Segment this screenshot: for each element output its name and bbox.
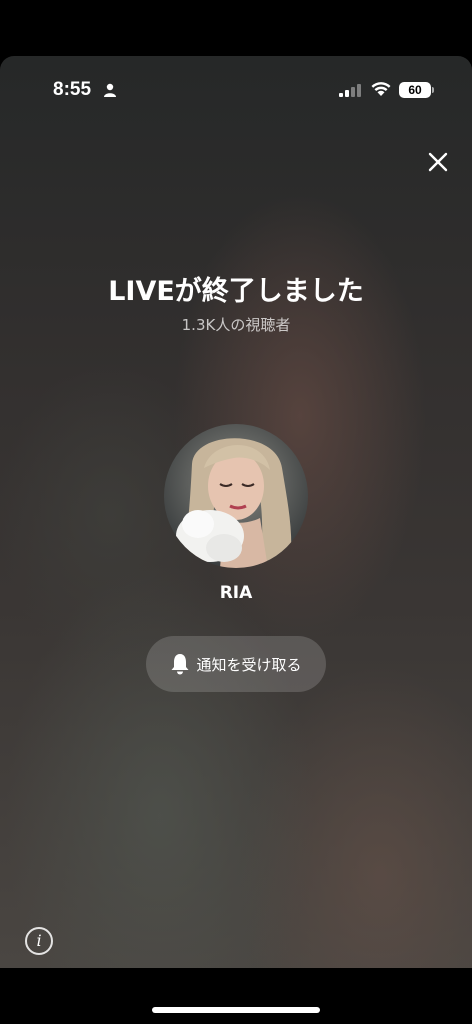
person-icon	[104, 83, 116, 97]
status-bar: 8:55 60	[0, 56, 472, 126]
status-time: 8:55	[53, 79, 92, 100]
close-icon[interactable]	[424, 148, 452, 176]
live-ended-screen: 8:55 60 LIVEが終了しました 1.3K人の視聴者 RIA 通知を受け取…	[0, 56, 472, 968]
viewer-count: 1.3K人の視聴者	[181, 316, 291, 334]
username: RIA	[219, 583, 253, 603]
avatar-photo	[164, 424, 308, 568]
live-ended-title: LIVEが終了しました	[108, 276, 364, 307]
battery-tip	[432, 87, 434, 93]
cellular-signal-icon	[339, 84, 361, 97]
avatar[interactable]	[164, 424, 308, 568]
wifi-icon	[371, 82, 391, 96]
home-indicator[interactable]	[152, 1007, 320, 1013]
bell-icon	[171, 654, 189, 675]
battery-icon: 60	[399, 82, 431, 98]
info-button[interactable]: i	[25, 927, 53, 955]
notify-button-label: 通知を受け取る	[196, 655, 302, 674]
notify-button[interactable]: 通知を受け取る	[146, 636, 326, 692]
